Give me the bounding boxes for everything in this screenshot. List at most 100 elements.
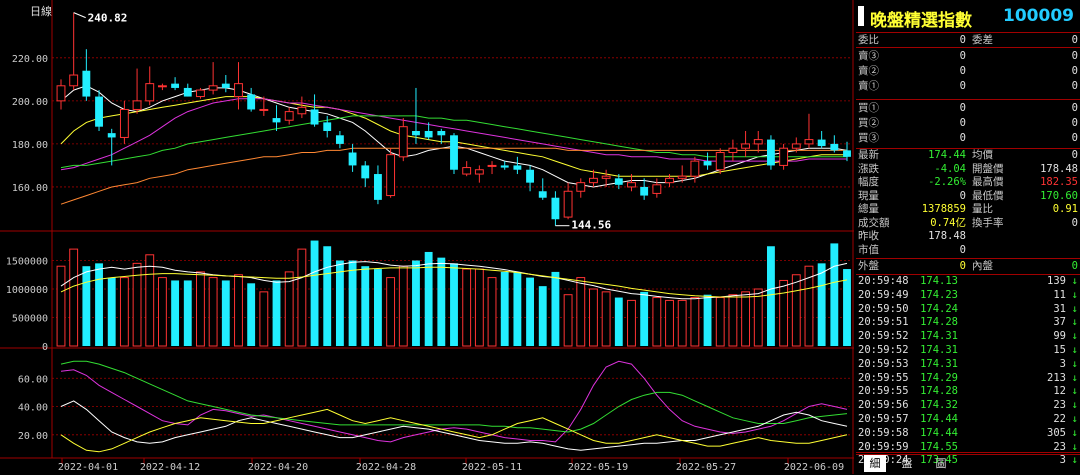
stat-row: 成交額 0.74亿 換手率 0 <box>856 217 1080 231</box>
stat-label: 最新 <box>858 149 879 161</box>
volume-bar <box>69 248 79 347</box>
stat-label-2: 量比 <box>972 203 993 215</box>
volume-bar <box>437 257 446 346</box>
tab-chart[interactable]: 圖 <box>930 455 952 472</box>
volume-bar <box>652 297 662 347</box>
tick-qty: 11 <box>1053 288 1066 301</box>
osc-tick-label: 20.00 <box>18 431 48 442</box>
tick-time: 20:59:52 <box>858 330 909 343</box>
stat-label: 現量 <box>858 189 879 202</box>
stat-row: 昨收 178.48 <box>856 230 1080 244</box>
ask-volume: 0 <box>1071 65 1078 77</box>
candle-body <box>107 133 116 138</box>
ratio-row: 委比 0 委差 0 <box>856 33 1080 48</box>
candle-body <box>487 164 497 167</box>
volume-bar <box>551 271 560 346</box>
tick-row[interactable]: 20:59:52 174.31 15 ↓ <box>856 344 1080 358</box>
volume-tick-label: 1000000 <box>6 285 48 296</box>
bid-price: 0 <box>959 102 966 114</box>
candle-body <box>589 177 598 184</box>
candle-body <box>272 118 281 123</box>
tick-row[interactable]: 20:59:55 174.28 12 ↓ <box>856 385 1080 399</box>
tick-row[interactable]: 20:59:48 174.13 139 ↓ <box>856 275 1080 289</box>
candle-body <box>374 174 382 200</box>
candle-body <box>791 143 801 149</box>
volume-bar <box>830 243 839 346</box>
tick-price: 174.31 <box>920 357 958 370</box>
candle-body <box>779 147 789 166</box>
ask-label: 賣② <box>858 65 879 77</box>
candle-body <box>335 135 344 144</box>
ask-row: 賣② 0 0 <box>856 64 1080 79</box>
volume-bar <box>817 263 826 346</box>
tick-time: 20:59:51 <box>858 316 909 329</box>
tick-time: 20:59:55 <box>858 385 909 398</box>
candle-body <box>576 182 586 192</box>
candle-body <box>500 165 509 168</box>
candle-body <box>297 106 307 115</box>
candle-body <box>690 160 700 177</box>
volume-bar <box>753 288 763 347</box>
volume-bar <box>690 297 700 347</box>
volume-bar <box>361 266 370 346</box>
period-label: 日線 <box>30 4 52 18</box>
tick-row[interactable]: 20:59:52 174.31 99 ↓ <box>856 330 1080 344</box>
candle-body <box>56 85 66 102</box>
volume-bar <box>119 277 129 347</box>
volume-tick-label: 1500000 <box>6 257 48 268</box>
volume-bar <box>513 271 522 346</box>
price-chart[interactable]: 日線 220.00 200.00 180.00 160.00 240.82 144.56 15… <box>0 0 854 474</box>
tick-qty: 15 <box>1053 344 1066 356</box>
volume-bar <box>171 280 180 346</box>
stat-label: 昨收 <box>858 230 879 242</box>
volume-bar <box>56 265 66 347</box>
osc-line <box>60 360 848 433</box>
candle-body <box>208 85 218 91</box>
ask-row: 賣① 0 0 <box>856 79 1080 94</box>
tick-row[interactable]: 20:59:51 174.28 37 ↓ <box>856 316 1080 330</box>
bid-row: 買③ 0 0 <box>856 131 1080 146</box>
tab-book[interactable]: 盤 <box>896 455 918 472</box>
outer-label: 外盤 <box>858 260 879 272</box>
bid-volume: 0 <box>1071 117 1078 129</box>
candle-body <box>259 108 269 111</box>
tick-row[interactable]: 20:59:49 174.23 11 ↓ <box>856 289 1080 303</box>
index-title: 晚盤精選指數 <box>870 11 972 31</box>
volume-bar <box>259 291 269 347</box>
tick-row[interactable]: 20:59:50 174.24 31 ↓ <box>856 303 1080 317</box>
tick-time: 20:59:57 <box>858 413 909 425</box>
date-label: 2022-05-11 <box>462 462 522 473</box>
tick-row[interactable]: 20:59:58 174.44 305 ↓ <box>856 427 1080 441</box>
tick-time: 20:59:52 <box>858 344 909 356</box>
volume-tick-label: 500000 <box>12 314 48 325</box>
candle-body <box>462 167 472 175</box>
stat-value-2: 182.35 <box>1040 176 1078 188</box>
volume-bar <box>412 260 420 346</box>
stat-value-2: 0 <box>1071 216 1078 229</box>
stat-row: 市值 0 <box>856 244 1080 258</box>
bid-label: 買② <box>858 117 879 129</box>
tab-detail[interactable]: 細 <box>864 455 886 472</box>
ask-volume: 0 <box>1071 80 1078 92</box>
index-code: 100009 <box>1003 6 1074 26</box>
tick-price: 174.13 <box>920 275 958 287</box>
tick-price: 174.29 <box>920 371 958 384</box>
date-label: 2022-04-12 <box>140 462 200 473</box>
volume-bar <box>627 299 636 347</box>
tick-row[interactable]: 20:59:53 174.31 3 ↓ <box>856 358 1080 372</box>
stat-row: 漲跌 -4.04 開盤價 178.48 <box>856 163 1080 177</box>
candle-body <box>437 130 446 136</box>
tick-price: 174.24 <box>920 302 958 315</box>
tick-row[interactable]: 20:59:56 174.32 23 ↓ <box>856 399 1080 413</box>
tick-row[interactable]: 20:59:57 174.44 22 ↓ <box>856 413 1080 427</box>
candle-body <box>386 154 396 197</box>
tick-qty: 22 <box>1053 413 1066 425</box>
tick-row[interactable]: 20:59:55 174.29 213 ↓ <box>856 372 1080 386</box>
candle-body <box>843 150 851 157</box>
high-label: 240.82 <box>88 12 128 25</box>
candle-body <box>398 126 408 158</box>
stat-value: 1378859 <box>921 203 966 215</box>
stat-row: 現量 0 最低價 170.60 <box>856 190 1080 204</box>
date-label: 2022-05-27 <box>676 462 736 473</box>
quote-header: 晚盤精選指數 100009 <box>856 0 1080 33</box>
